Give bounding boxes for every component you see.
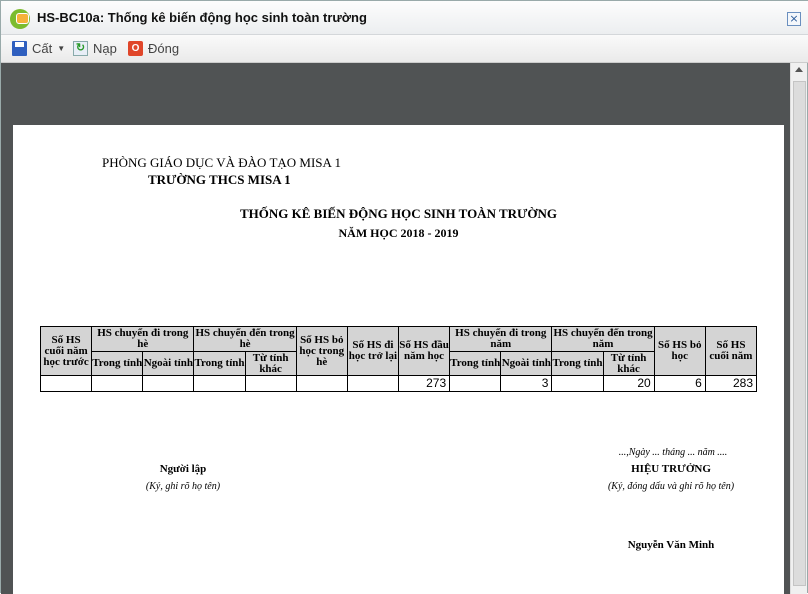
header-in-province: Trong tỉnh	[551, 351, 604, 376]
department-name: PHÒNG GIÁO DỤC VÀ ĐÀO TẠO MISA 1	[102, 155, 341, 170]
header-out-province: Ngoài tỉnh	[142, 351, 195, 376]
table-cell	[551, 375, 604, 392]
header-drop-summer: Số HS bỏ học trong hè	[295, 326, 348, 376]
table-cell	[346, 375, 399, 392]
header-in-province: Trong tỉnh	[91, 351, 144, 376]
report-viewer: PHÒNG GIÁO DỤC VÀ ĐÀO TẠO MISA 1 TRƯỜNG …	[1, 63, 791, 594]
principal-label: HIỆU TRƯỞNG	[631, 463, 711, 475]
close-window-button[interactable]: ×	[787, 12, 801, 26]
header-in-year: HS chuyển đến trong năm	[551, 326, 655, 352]
header-start: Số HS đầu năm học	[397, 326, 451, 376]
principal-note: (Ký, đóng dấu và ghi rõ họ tên)	[607, 481, 735, 492]
header-out-province: Ngoài tỉnh	[500, 351, 553, 376]
table-cell: 3	[500, 375, 553, 392]
table-row: 273 3 20 6 283	[39, 375, 758, 392]
close-button[interactable]: O Đóng	[128, 41, 179, 56]
table-cell	[244, 375, 297, 392]
header-out-year: HS chuyển đi trong năm	[449, 326, 553, 352]
report-title: THỐNG KÊ BIẾN ĐỘNG HỌC SINH TOÀN TRƯỜNG	[240, 206, 557, 221]
header-out-summer: HS chuyển đi trong hè	[91, 326, 195, 352]
app-icon	[10, 9, 30, 29]
scroll-up-icon[interactable]	[795, 67, 803, 72]
header-in-province: Trong tỉnh	[449, 351, 502, 376]
refresh-icon: ↻	[73, 41, 88, 56]
toolbar: Cất ▼ ↻ Nạp O Đóng	[1, 35, 808, 63]
window-title: HS-BC10a: Thống kê biến động học sinh to…	[37, 10, 367, 25]
reload-label: Nạp	[93, 41, 117, 56]
header-in-summer: HS chuyển đến trong hè	[193, 326, 297, 352]
reload-button[interactable]: ↻ Nạp	[73, 41, 117, 56]
school-year: NĂM HỌC 2018 - 2019	[338, 226, 459, 240]
header-prev-end: Số HS cuối năm học trước	[39, 326, 93, 376]
floppy-disk-icon	[12, 41, 27, 56]
table-cell	[295, 375, 348, 392]
header-return: Số HS đi học trở lại	[346, 326, 399, 376]
chevron-down-icon: ▼	[57, 44, 66, 53]
title-bar: HS-BC10a: Thống kê biến động học sinh to…	[1, 1, 808, 35]
report-page: PHÒNG GIÁO DỤC VÀ ĐÀO TẠO MISA 1 TRƯỜNG …	[13, 125, 784, 594]
scrollbar-thumb[interactable]	[793, 81, 806, 586]
table-cell	[39, 375, 93, 392]
table-cell: 6	[653, 375, 706, 392]
header-drop: Số HS bỏ học	[653, 326, 706, 376]
table-cell: 20	[602, 375, 655, 392]
statistics-table: Số HS cuối năm học trước HS chuyển đi tr…	[39, 326, 758, 392]
save-label: Cất	[32, 41, 53, 56]
table-cell	[193, 375, 246, 392]
school-name: TRƯỜNG THCS MISA 1	[148, 172, 291, 187]
preparer-label: Người lập	[159, 463, 207, 475]
table-cell	[142, 375, 195, 392]
principal-name: Nguyễn Văn Minh	[627, 539, 715, 551]
table-cell	[449, 375, 502, 392]
save-button[interactable]: Cất ▼	[12, 41, 65, 56]
preparer-note: (Ký, ghi rõ họ tên)	[145, 481, 221, 492]
power-icon: O	[128, 41, 143, 56]
header-end: Số HS cuối năm	[704, 326, 758, 376]
table-cell: 283	[704, 375, 758, 392]
header-in-province: Trong tỉnh	[193, 351, 246, 376]
close-label: Đóng	[148, 41, 180, 56]
date-line: ...,Ngày ... tháng ... năm ....	[618, 447, 728, 458]
header-other-province: Từ tỉnh khác	[602, 351, 655, 376]
table-cell: 273	[397, 375, 451, 392]
header-other-province: Từ tỉnh khác	[244, 351, 297, 376]
table-cell	[91, 375, 144, 392]
vertical-scrollbar[interactable]	[790, 63, 807, 594]
